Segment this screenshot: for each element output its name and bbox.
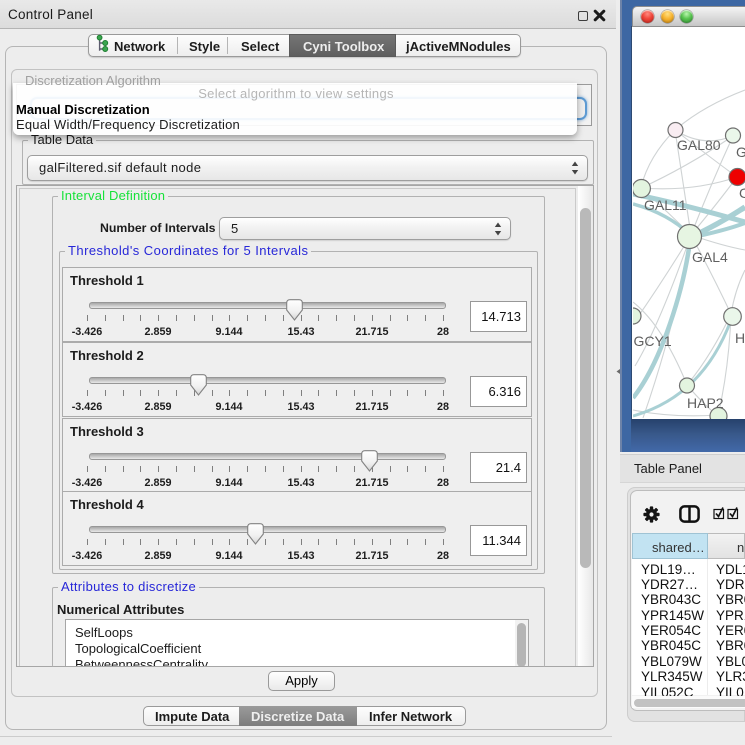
svg-text:C: C (739, 185, 745, 201)
svg-text:GCY1: GCY1 (633, 333, 671, 349)
svg-text:H: H (735, 330, 745, 346)
svg-text:G: G (736, 144, 745, 160)
svg-text:GAL11: GAL11 (644, 197, 687, 213)
svg-text:GAL80: GAL80 (677, 137, 721, 153)
svg-text:GAL4: GAL4 (692, 249, 728, 265)
svg-text:HAP2: HAP2 (687, 395, 724, 411)
